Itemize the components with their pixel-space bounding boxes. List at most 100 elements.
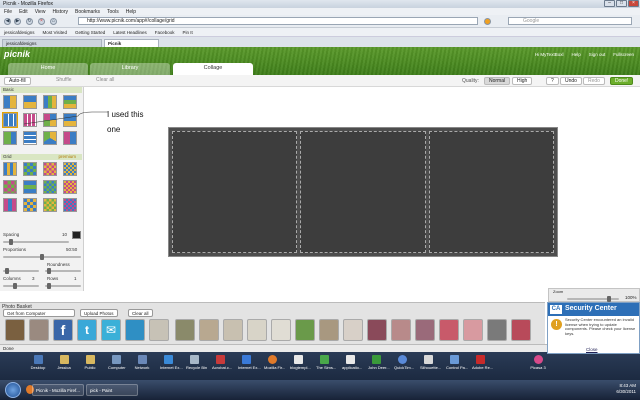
basket-clear-button[interactable]: Clear all (128, 309, 153, 317)
grid-thumbnail[interactable] (63, 198, 77, 212)
quality-normal-button[interactable]: Normal (484, 77, 511, 85)
upload-photos-button[interactable]: Upload Photos (80, 309, 118, 317)
collage-cell[interactable] (428, 131, 554, 253)
grid-thumbnail[interactable] (3, 162, 17, 176)
minimize-button[interactable]: – (604, 0, 615, 7)
grid-thumbnail[interactable] (3, 180, 17, 194)
layout-thumbnail[interactable] (43, 131, 57, 145)
help-link[interactable]: Help (571, 52, 580, 57)
section-basic[interactable]: Basic (1, 87, 82, 93)
quality-high-button[interactable]: High (512, 77, 533, 85)
url-input[interactable]: http://www.picnik.com/app#/collage/grid (78, 17, 478, 25)
proportions-slider-knob[interactable] (40, 254, 44, 260)
photo-source-select[interactable]: Get from Computer (3, 309, 75, 317)
bookmark-item[interactable]: Pin It (183, 30, 193, 35)
section-grid[interactable]: Grid premium (1, 154, 82, 160)
basket-photo[interactable] (29, 319, 49, 341)
basket-photo[interactable] (125, 319, 145, 341)
forward-icon[interactable]: ▶ (14, 18, 21, 25)
menu-edit[interactable]: Edit (19, 9, 28, 15)
maximize-button[interactable]: □ (616, 0, 627, 7)
desktop-icon[interactable]: Mozilla Fir... (264, 355, 285, 370)
desktop-icon[interactable]: applicatio... (342, 355, 362, 370)
collage-canvas[interactable] (168, 127, 558, 257)
menu-history[interactable]: History (52, 9, 68, 15)
bookmark-item[interactable]: jessicafdesigns (4, 30, 35, 35)
tab-picnik[interactable]: Picnik (104, 39, 159, 47)
basket-photo[interactable] (5, 319, 25, 341)
clear-all-button[interactable]: Clear all (92, 77, 118, 85)
grid-thumbnail[interactable] (63, 162, 77, 176)
autofill-button[interactable]: Auto-fill (4, 77, 31, 85)
rows-slider-knob[interactable] (47, 283, 51, 289)
stop-icon[interactable]: × (38, 18, 45, 25)
menu-view[interactable]: View (35, 9, 46, 15)
grid-thumbnail[interactable] (43, 198, 57, 212)
desktop-icon[interactable]: Recycle Bin (186, 355, 207, 370)
home-icon[interactable]: ⌂ (50, 18, 57, 25)
back-icon[interactable]: ◀ (4, 18, 11, 25)
desktop-icon[interactable]: Computer (108, 355, 126, 370)
basket-photo[interactable] (271, 319, 291, 341)
menu-help[interactable]: Help (126, 9, 136, 15)
basket-photo[interactable] (149, 319, 169, 341)
desktop-icon[interactable]: Silhouette... (420, 355, 441, 370)
basket-photo[interactable] (391, 319, 411, 341)
start-button[interactable] (5, 382, 21, 398)
collage-cell[interactable] (300, 131, 426, 253)
basket-photo[interactable] (295, 319, 315, 341)
grid-thumbnail[interactable] (43, 162, 57, 176)
twitter-icon[interactable]: t (77, 319, 97, 341)
facebook-icon[interactable]: f (53, 319, 73, 341)
basket-photo[interactable] (511, 319, 531, 341)
desktop-icon[interactable]: Acrobat.c... (212, 355, 232, 370)
basket-photo[interactable] (439, 319, 459, 341)
grid-thumbnail[interactable] (43, 180, 57, 194)
columns-slider-knob[interactable] (13, 283, 17, 289)
desktop-icon[interactable]: blogtempl... (290, 355, 311, 370)
basket-photo[interactable] (223, 319, 243, 341)
close-button[interactable]: × (628, 0, 639, 7)
roundness-slider-knob[interactable] (47, 268, 51, 274)
layout-thumbnail[interactable] (23, 131, 37, 145)
help-button[interactable]: ? (546, 77, 559, 85)
tab-jessicafdesigns[interactable]: jessicafdesigns (2, 39, 102, 47)
done-button[interactable]: Done! (610, 77, 634, 85)
left-slider[interactable] (3, 268, 39, 274)
basket-photo[interactable] (367, 319, 387, 341)
search-input[interactable]: Google (508, 17, 632, 25)
desktop-icon[interactable]: Internet Ex... (160, 355, 183, 370)
basket-photo[interactable] (487, 319, 507, 341)
grid-thumbnail[interactable] (23, 162, 37, 176)
desktop-icon[interactable]: Adobe Re... (472, 355, 493, 370)
security-close-link[interactable]: Close (586, 347, 598, 352)
desktop-icon[interactable]: Public (82, 355, 98, 370)
desktop-icon[interactable]: John Deer... (368, 355, 390, 370)
basket-photo[interactable] (415, 319, 435, 341)
redo-button[interactable]: Redo (583, 77, 605, 85)
spacing-slider-knob[interactable] (9, 239, 13, 245)
desktop-icon[interactable]: Internet Ex... (238, 355, 261, 370)
fullscreen-link[interactable]: Fullscreen (613, 52, 634, 57)
desktop-icon[interactable]: Jessica (56, 355, 72, 370)
desktop-icon[interactable]: The Sims... (316, 355, 336, 370)
grid-thumbnail[interactable] (23, 180, 37, 194)
grid-thumbnail[interactable] (23, 198, 37, 212)
desktop-icon[interactable]: Network (134, 355, 150, 370)
layout-thumbnail-selected[interactable] (2, 112, 18, 128)
grid-thumbnail[interactable] (3, 198, 17, 212)
desktop-icon[interactable]: Picasa 3 (530, 355, 546, 370)
basket-photo[interactable] (199, 319, 219, 341)
layout-thumbnail[interactable] (3, 95, 17, 109)
desktop-icon[interactable]: Control Pa... (446, 355, 468, 370)
bookmark-item[interactable]: Most Visited (43, 30, 67, 35)
menu-file[interactable]: File (4, 9, 12, 15)
tab-library[interactable]: Library (90, 63, 170, 75)
undo-button[interactable]: Undo (560, 77, 582, 85)
user-link[interactable]: Hi MyTextBoxl (535, 52, 564, 57)
reload-icon[interactable]: ↻ (26, 18, 33, 25)
menu-tools[interactable]: Tools (107, 9, 119, 15)
columns-slider[interactable] (3, 283, 39, 289)
desktop-icon[interactable]: QuickTim... (394, 355, 414, 370)
email-icon[interactable]: ✉ (101, 319, 121, 341)
